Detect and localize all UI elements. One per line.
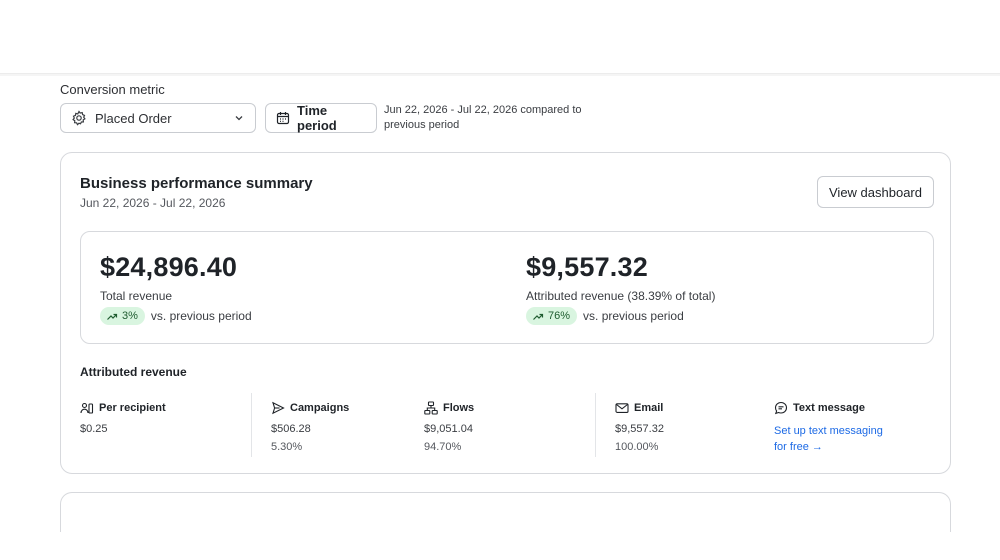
calendar-icon [276,111,290,125]
time-period-button[interactable]: Time period [265,103,377,133]
per-recipient-value: $0.25 [80,423,108,435]
metric-text-message: Text message Set up text messaging for f… [774,400,894,455]
text-message-label: Text message [793,402,865,414]
conversion-metric-label: Conversion metric [60,82,165,97]
metric-campaigns: Campaigns $506.28 5.30% [271,400,349,453]
flows-percent: 94.70% [424,441,462,453]
email-percent: 100.00% [615,441,659,453]
card-date-range: Jun 22, 2026 - Jul 22, 2026 [80,196,226,210]
flows-value: $9,051.04 [424,423,473,435]
change-suffix: vs. previous period [583,309,684,323]
revenue-summary-box: $24,896.40 Total revenue 3% vs. previous… [80,231,934,344]
gear-icon [71,110,87,126]
total-revenue-change: 3% vs. previous period [100,307,252,325]
change-value: 76% [548,310,571,322]
flows-label: Flows [443,402,475,414]
send-icon [271,401,285,415]
email-value: $9,557.32 [615,423,664,435]
total-revenue-amount: $24,896.40 [100,252,238,282]
metric-per-recipient: Per recipient $0.25 [80,400,166,435]
flow-icon [424,401,438,415]
trend-up-icon [106,310,118,322]
mail-icon [615,401,629,415]
setup-text-messaging-link[interactable]: Set up text messaging for free → [774,423,894,455]
metric-flows: Flows $9,051.04 94.70% [424,400,474,453]
time-period-label: Time period [297,103,337,133]
business-performance-card: Business performance summary Jun 22, 202… [60,152,951,474]
message-icon [774,401,788,415]
change-suffix: vs. previous period [150,309,252,323]
view-dashboard-button[interactable]: View dashboard [817,176,934,208]
chevron-down-icon [233,112,245,124]
total-revenue-block: $24,896.40 Total revenue 3% vs. previous… [100,252,252,325]
campaigns-value: $506.28 [271,423,311,435]
next-card-edge [60,492,951,532]
conversion-metric-select[interactable]: Placed Order [60,103,256,133]
attributed-revenue-change: 76% vs. previous period [526,307,715,325]
per-recipient-label: Per recipient [99,402,166,414]
attributed-revenue-amount: $9,557.32 [526,252,648,282]
change-badge: 76% [526,307,578,325]
column-divider [595,393,596,457]
email-label: Email [634,402,664,414]
top-divider [0,73,1000,76]
change-value: 3% [122,310,138,322]
attributed-revenue-title: Attributed revenue [80,365,187,379]
card-title: Business performance summary [80,175,313,192]
change-badge: 3% [100,307,145,325]
campaigns-percent: 5.30% [271,441,303,453]
trend-up-icon [532,310,544,322]
total-revenue-label: Total revenue [100,289,173,303]
period-description: Jun 22, 2026 - Jul 22, 2026 compared to … [384,104,582,131]
conversion-metric-value: Placed Order [95,110,172,126]
attributed-revenue-label: Attributed revenue (38.39% of total) [526,289,716,303]
column-divider [251,393,252,457]
campaigns-label: Campaigns [290,402,350,414]
users-icon [80,401,94,415]
attributed-revenue-block: $9,557.32 Attributed revenue (38.39% of … [526,252,715,325]
metric-email: Email $9,557.32 100.00% [615,400,664,453]
